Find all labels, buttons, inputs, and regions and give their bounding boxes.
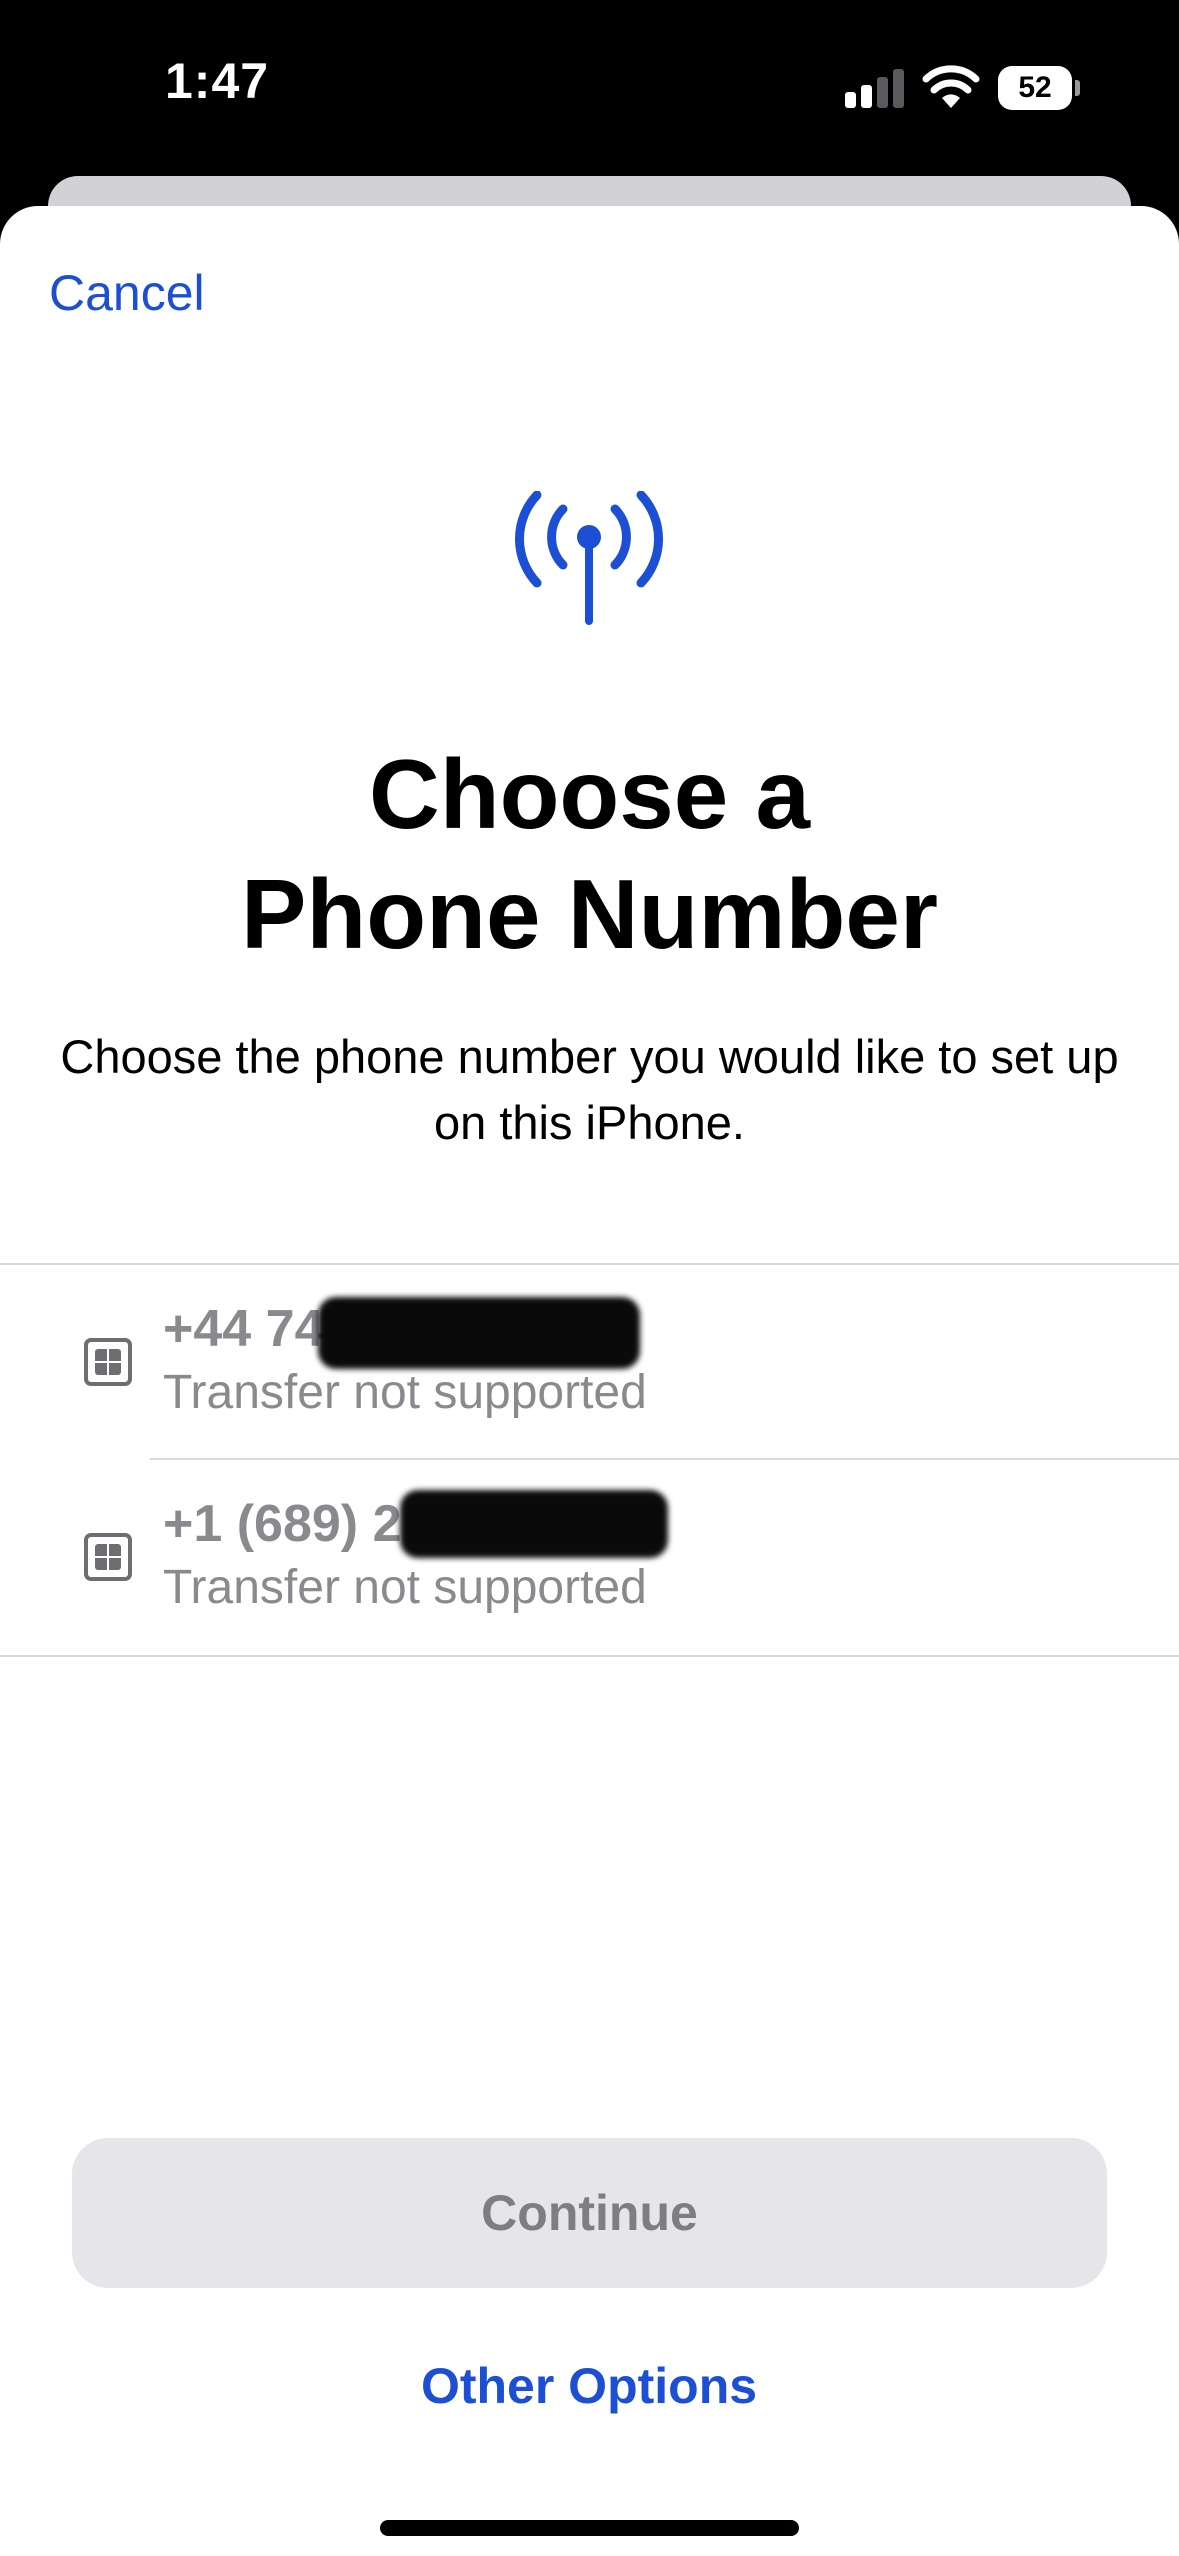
page-title: Choose a Phone Number — [0, 734, 1179, 974]
page-subtitle: Choose the phone number you would like t… — [60, 1030, 1119, 1149]
home-indicator[interactable] — [380, 2520, 799, 2536]
phone-number-option[interactable]: +44 74 Transfer not supported — [0, 1265, 1179, 1460]
status-bar: 1:47 52 — [0, 0, 1179, 175]
phone-number-list: +44 74 Transfer not supported +1 (689) 2… — [0, 1263, 1179, 1657]
page-title-line1: Choose a — [368, 739, 811, 849]
phone-number: +44 74 — [163, 1300, 324, 1358]
redaction-mark — [400, 1490, 668, 1558]
continue-button[interactable]: Continue — [72, 2138, 1107, 2288]
page-title-line2: Phone Number — [241, 859, 938, 969]
cancel-button[interactable]: Cancel — [49, 264, 205, 322]
battery-cap — [1075, 80, 1080, 96]
phone-number-option[interactable]: +1 (689) 2 Transfer not supported — [0, 1460, 1179, 1653]
choose-number-sheet: Cancel Choose a Phone Number Choose the … — [0, 206, 1179, 2556]
transfer-status: Transfer not supported — [163, 1561, 647, 1614]
sim-card-icon — [84, 1338, 132, 1386]
sim-card-icon — [84, 1533, 132, 1581]
transfer-status: Transfer not supported — [163, 1366, 647, 1419]
other-options-button[interactable]: Other Options — [289, 2346, 889, 2426]
battery-level: 52 — [998, 66, 1072, 110]
status-time: 1:47 — [165, 53, 270, 109]
battery-indicator: 52 — [998, 66, 1080, 110]
redaction-mark — [318, 1297, 640, 1369]
wifi-icon — [922, 65, 980, 108]
cellular-signal-icon — [845, 69, 904, 108]
antenna-radiowaves-icon — [515, 491, 663, 625]
phone-number: +1 (689) 2 — [163, 1495, 402, 1553]
